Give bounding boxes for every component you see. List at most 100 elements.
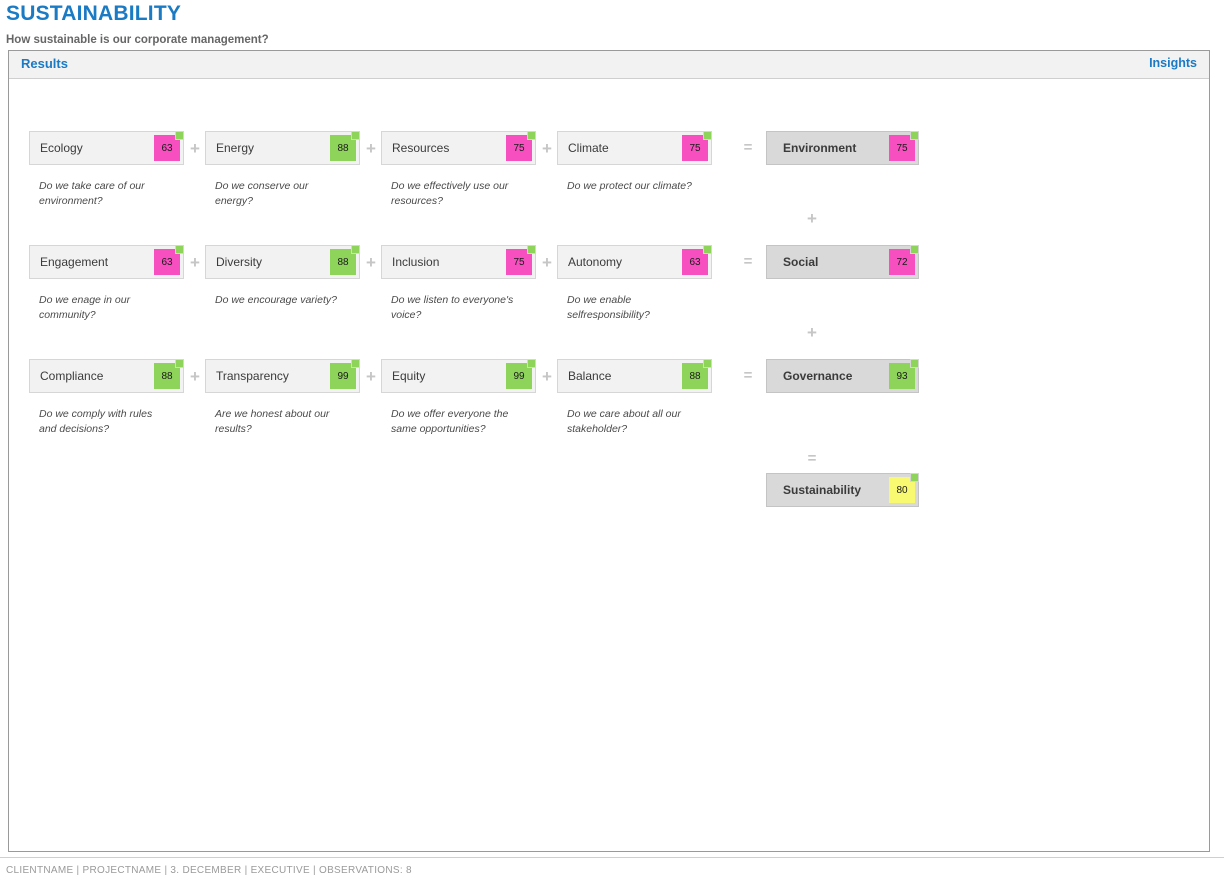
link-insights[interactable]: Insights bbox=[1149, 56, 1197, 70]
summary-card[interactable]: Environment 75 bbox=[766, 131, 919, 165]
operator-equals-icon: = bbox=[807, 450, 817, 467]
operator-plus-icon: + bbox=[190, 253, 200, 272]
criteria-cell: Resources 75 Do we effectively use our res… bbox=[381, 131, 536, 209]
status-flag-icon bbox=[910, 245, 919, 254]
criteria-card[interactable]: Energy 88 bbox=[205, 131, 360, 165]
tab-results[interactable]: Results bbox=[21, 56, 68, 71]
criteria-question: Do we offer everyone the same opportunit… bbox=[391, 408, 509, 435]
criteria-question: Do we listen to everyone's voice? bbox=[391, 294, 514, 321]
criteria-label: Autonomy bbox=[568, 255, 623, 269]
operator-plus-icon: + bbox=[366, 253, 376, 272]
criteria-card[interactable]: Ecology 63 bbox=[29, 131, 184, 165]
status-flag-icon bbox=[910, 473, 919, 482]
criteria-card[interactable]: Balance 88 bbox=[557, 359, 712, 393]
status-flag-icon bbox=[527, 131, 536, 140]
criteria-cell: Inclusion 75 Do we listen to everyone's vo… bbox=[381, 245, 536, 323]
criteria-question: Do we protect our climate? bbox=[567, 180, 692, 192]
criteria-cell: Diversity 88 Do we encourage variety? bbox=[205, 245, 360, 308]
operator-equals-icon: = bbox=[743, 139, 753, 156]
operator-plus-icon: + bbox=[190, 139, 200, 158]
criteria-label: Compliance bbox=[40, 369, 104, 383]
criteria-cell: Balance 88 Do we care about all our stakeh… bbox=[557, 359, 712, 437]
criteria-cell: Ecology 63 Do we take care of our environm… bbox=[29, 131, 184, 209]
criteria-card[interactable]: Autonomy 63 bbox=[557, 245, 712, 279]
criteria-question: Do we take care of our environment? bbox=[39, 180, 145, 207]
criteria-card[interactable]: Resources 75 bbox=[381, 131, 536, 165]
criteria-row: Ecology 63 Do we take care of our environm… bbox=[9, 131, 1209, 245]
criteria-question: Do we comply with rules and decisions? bbox=[39, 408, 153, 435]
criteria-question: Do we enage in our community? bbox=[39, 294, 131, 321]
status-flag-icon bbox=[527, 359, 536, 368]
criteria-card[interactable]: Transparency 99 bbox=[205, 359, 360, 393]
criteria-label: Climate bbox=[568, 141, 609, 155]
criteria-label: Balance bbox=[568, 369, 612, 383]
criteria-cell: Engagement 63 Do we enage in our community… bbox=[29, 245, 184, 323]
panel-body: Ecology 63 Do we take care of our environm… bbox=[9, 79, 1209, 852]
operator-plus-icon: + bbox=[807, 323, 817, 342]
criteria-row: Compliance 88 Do we comply with rules and … bbox=[9, 359, 1209, 473]
criteria-label: Engagement bbox=[40, 255, 109, 269]
operator-plus-icon: + bbox=[807, 209, 817, 228]
operator-equals-icon: = bbox=[743, 367, 753, 384]
operator-plus-icon: + bbox=[366, 139, 376, 158]
page-subtitle: How sustainable is our corporate managem… bbox=[6, 34, 269, 46]
criteria-cell: Compliance 88 Do we comply with rules and … bbox=[29, 359, 184, 437]
summary-label: Environment bbox=[783, 141, 857, 155]
status-flag-icon bbox=[910, 131, 919, 140]
summary-cell: Environment 75 bbox=[766, 131, 919, 165]
criteria-label: Transparency bbox=[216, 369, 289, 383]
criteria-question: Do we care about all our stakeholder? bbox=[567, 408, 681, 435]
operator-plus-icon: + bbox=[542, 253, 552, 272]
status-flag-icon bbox=[175, 359, 184, 368]
criteria-question: Are we honest about our results? bbox=[215, 408, 330, 435]
criteria-question: Do we encourage variety? bbox=[215, 294, 337, 306]
total-label: Sustainability bbox=[783, 483, 862, 497]
operator-plus-icon: + bbox=[542, 367, 552, 386]
status-flag-icon bbox=[351, 359, 360, 368]
total-cell: Sustainability 80 bbox=[766, 473, 919, 507]
criteria-label: Ecology bbox=[40, 141, 83, 155]
criteria-cell: Autonomy 63 Do we enable selfresponsibilit… bbox=[557, 245, 712, 323]
status-flag-icon bbox=[910, 359, 919, 368]
criteria-label: Equity bbox=[392, 369, 426, 383]
operator-plus-icon: + bbox=[542, 139, 552, 158]
total-card[interactable]: Sustainability 80 bbox=[766, 473, 919, 507]
operator-plus-icon: + bbox=[366, 367, 376, 386]
criteria-question: Do we effectively use our resources? bbox=[391, 180, 509, 207]
summary-card[interactable]: Social 72 bbox=[766, 245, 919, 279]
status-flag-icon bbox=[703, 131, 712, 140]
status-flag-icon bbox=[175, 131, 184, 140]
page-title: SUSTAINABILITY bbox=[6, 2, 182, 25]
criteria-card[interactable]: Compliance 88 bbox=[29, 359, 184, 393]
criteria-cell: Energy 88 Do we conserve our energy? bbox=[205, 131, 360, 209]
criteria-question: Do we conserve our energy? bbox=[215, 180, 309, 207]
criteria-card[interactable]: Inclusion 75 bbox=[381, 245, 536, 279]
criteria-card[interactable]: Climate 75 bbox=[557, 131, 712, 165]
panel-header: Results Insights bbox=[9, 51, 1209, 79]
criteria-cell: Equity 99 Do we offer everyone the same op… bbox=[381, 359, 536, 437]
criteria-card[interactable]: Diversity 88 bbox=[205, 245, 360, 279]
status-flag-icon bbox=[351, 245, 360, 254]
criteria-label: Diversity bbox=[216, 255, 263, 269]
criteria-label: Inclusion bbox=[392, 255, 440, 269]
status-flag-icon bbox=[351, 131, 360, 140]
footer-meta: CLIENTNAME | PROJECTNAME | 3. DECEMBER |… bbox=[6, 865, 412, 876]
status-flag-icon bbox=[175, 245, 184, 254]
footer-divider bbox=[0, 857, 1224, 858]
summary-cell: Governance 93 bbox=[766, 359, 919, 393]
results-panel: Results Insights Ecology 63 Do we take car… bbox=[8, 50, 1210, 852]
criteria-cell: Climate 75 Do we protect our climate? bbox=[557, 131, 712, 194]
summary-label: Social bbox=[783, 255, 819, 269]
criteria-label: Resources bbox=[392, 141, 450, 155]
criteria-card[interactable]: Engagement 63 bbox=[29, 245, 184, 279]
criteria-card[interactable]: Equity 99 bbox=[381, 359, 536, 393]
status-flag-icon bbox=[527, 245, 536, 254]
summary-cell: Social 72 bbox=[766, 245, 919, 279]
summary-label: Governance bbox=[783, 369, 853, 383]
summary-card[interactable]: Governance 93 bbox=[766, 359, 919, 393]
operator-plus-icon: + bbox=[190, 367, 200, 386]
criteria-row: Engagement 63 Do we enage in our community… bbox=[9, 245, 1209, 359]
criteria-cell: Transparency 99 Are we honest about our re… bbox=[205, 359, 360, 437]
status-flag-icon bbox=[703, 359, 712, 368]
criteria-question: Do we enable selfresponsibility? bbox=[567, 294, 650, 321]
